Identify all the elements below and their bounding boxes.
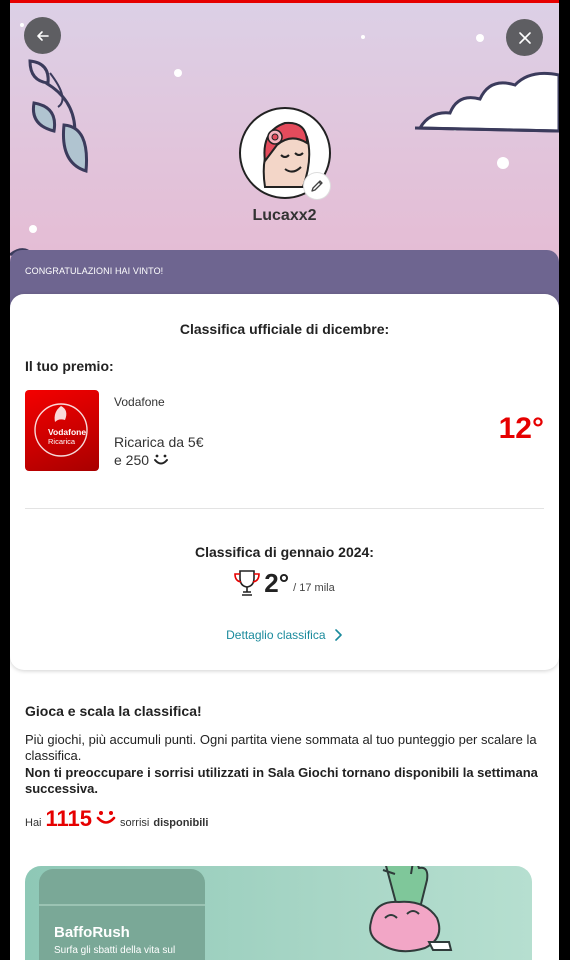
points-suffix: disponibili [153,817,209,829]
username: Lucaxx2 [252,207,317,224]
prize-description: Ricarica da 5€ e 250 [114,433,204,469]
january-ranking-title: Classifica di gennaio 2024: [195,544,374,560]
play-section-text: Più giochi, più accumuli punti. Ogni par… [25,732,537,763]
ranking-detail-link[interactable]: Dettaglio classifica [10,628,559,642]
vodafone-logo: Vodafone Ricarica [25,390,99,471]
january-rank: 2° / 17 mila [10,569,559,597]
ranking-title: Classifica ufficiale di dicembre: [179,321,390,337]
prize-desc-line1: Ricarica da 5€ [114,434,204,450]
game-name: BaffoRush [54,924,130,941]
back-button[interactable] [24,17,61,54]
points-prefix: Hai [25,817,42,829]
game-info-band [39,904,205,906]
logo-product-text: Ricarica [48,437,76,446]
ranking-card: Classifica ufficiale di dicembre: Il tuo… [10,294,559,670]
points-value: 1115 [45,806,93,831]
january-total: / 17 mila [293,582,335,594]
prize-brand: Vodafone [114,395,165,409]
points-unit: sorrisi [120,817,150,829]
december-rank: 12° [498,412,544,445]
app-screen: Lucaxx2 CONGRATULAZIONI HAI VINTO! Class… [10,0,559,960]
close-icon [518,31,531,44]
logo-brand-text: Vodafone [48,427,86,437]
trophy-icon [234,570,261,596]
january-position: 2° [264,568,290,598]
arrow-left-icon [36,30,49,41]
prize-label: Il tuo premio: [25,358,114,374]
game-mascot-icon [369,866,453,953]
prize-desc-line2: e 250 [114,452,150,468]
points-balance: Hai 1115 sorrisi disponibili [25,806,208,832]
game-card[interactable]: BaffoRush Surfa gli sbatti della vita su… [25,866,532,960]
edit-avatar-button[interactable] [304,173,330,199]
card-divider [25,508,544,509]
game-info-panel: BaffoRush Surfa gli sbatti della vita su… [39,869,205,960]
prize-desc-line2-wrap: e 250 [114,451,204,469]
game-description: Surfa gli sbatti della vita sul [54,945,176,956]
ranking-detail-label: Dettaglio classifica [226,628,326,642]
smile-icon [96,811,116,824]
vodafone-logo-icon: Vodafone Ricarica [34,403,88,457]
play-section-title: Gioca e scala la classifica! [25,703,202,719]
pencil-icon [311,180,323,192]
win-banner-text: CONGRATULAZIONI HAI VINTO! [25,266,164,276]
smile-icon [153,454,168,465]
close-button[interactable] [506,19,543,56]
play-section-note: Non ti preoccupare i sorrisi utilizzati … [25,765,538,796]
chevron-right-icon [335,629,342,641]
